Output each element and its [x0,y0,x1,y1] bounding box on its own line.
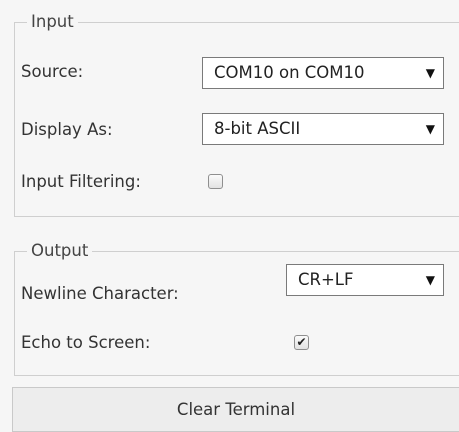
clear-terminal-button[interactable]: Clear Terminal [12,387,459,432]
output-section: Output [14,241,459,376]
output-legend: Output [31,241,89,260]
input-legend: Input [31,12,74,31]
source-value: COM10 on COM10 [214,63,365,82]
source-dropdown[interactable]: COM10 on COM10 ▼ [202,57,444,89]
echo-to-screen-checkbox[interactable]: ✔ [294,335,309,350]
newline-character-value: CR+LF [298,270,354,289]
display-as-value: 8-bit ASCII [214,119,301,138]
dropdown-arrow-icon: ▼ [425,122,435,136]
display-as-label: Display As: [21,120,113,139]
input-filtering-checkbox[interactable] [208,174,223,189]
input-filtering-label: Input Filtering: [21,172,141,191]
dropdown-arrow-icon: ▼ [425,66,435,80]
source-label: Source: [21,62,84,81]
newline-character-label: Newline Character: [21,284,179,303]
newline-character-dropdown[interactable]: CR+LF ▼ [286,264,444,296]
echo-to-screen-label: Echo to Screen: [21,333,151,352]
dropdown-arrow-icon: ▼ [425,273,435,287]
display-as-dropdown[interactable]: 8-bit ASCII ▼ [202,113,444,145]
serial-settings-panel: Input Source: COM10 on COM10 ▼ Display A… [0,0,459,432]
checkmark-icon: ✔ [296,335,307,349]
